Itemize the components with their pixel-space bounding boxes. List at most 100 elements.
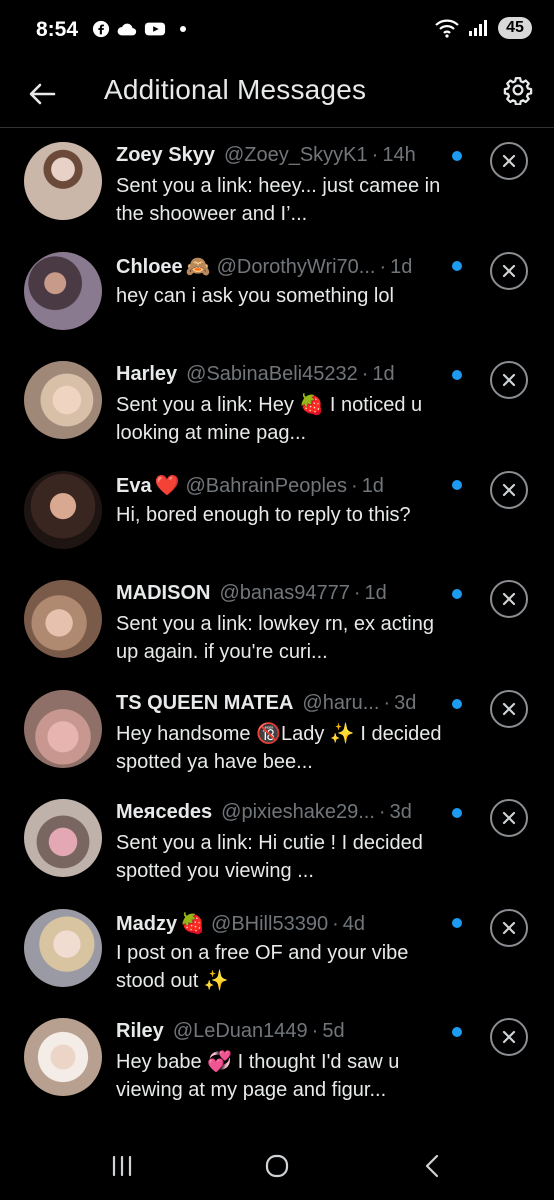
close-icon	[502, 592, 516, 606]
dismiss-button[interactable]	[490, 908, 528, 947]
unread-indicator	[452, 698, 462, 709]
sender-handle: @haru...	[302, 691, 380, 714]
youtube-icon	[144, 22, 166, 36]
separator-dot: ·	[353, 582, 361, 604]
separator-dot: ·	[311, 1020, 319, 1042]
message-preview: Sent you a link: Hey 🍓 I noticed u looki…	[116, 394, 423, 444]
message-time: 3d	[389, 801, 412, 823]
sender-name: MADISON	[116, 582, 211, 604]
recent-apps-button[interactable]	[102, 1150, 142, 1182]
sender-name: Zoey Skyy	[116, 144, 215, 166]
close-icon	[502, 1030, 516, 1044]
message-time: 1d	[361, 474, 384, 497]
close-icon	[502, 483, 516, 496]
message-preview: Sent you a link: lowkey rn, ex acting up…	[116, 613, 434, 663]
message-preview: I post on a free OF and your vibe stood …	[116, 941, 409, 992]
sender-name: Harley	[116, 363, 178, 385]
separator-dot: ·	[383, 691, 391, 714]
sender-name: Meяcedes	[116, 801, 213, 823]
unread-indicator	[452, 370, 462, 380]
back-button[interactable]	[22, 74, 62, 114]
dismiss-button[interactable]	[490, 470, 528, 509]
separator-dot: ·	[361, 363, 369, 385]
unread-indicator	[452, 808, 462, 818]
sender-handle: @BahrainPeoples	[185, 474, 348, 497]
dismiss-button[interactable]	[490, 251, 528, 290]
close-icon	[502, 154, 516, 168]
header: Additional Messages	[0, 62, 554, 128]
dismiss-button[interactable]	[490, 580, 528, 618]
message-row[interactable]: TS QUEEN MATEA @haru... · 3d Hey handsom…	[0, 688, 554, 798]
name-emoji: ❤️	[154, 474, 180, 497]
message-time: 3d	[394, 691, 417, 714]
cloud-icon	[117, 23, 137, 36]
message-row[interactable]: Chloee 🙈 @DorothyWri70... · 1d hey can i…	[0, 250, 554, 360]
avatar[interactable]	[24, 251, 102, 330]
gear-icon	[503, 77, 533, 105]
notification-dot-icon	[180, 26, 186, 32]
message-row[interactable]: Zoey Skyy @Zoey_SkyyK1 · 14h Sent you a …	[0, 140, 554, 250]
settings-button[interactable]	[498, 70, 538, 110]
wifi-icon	[435, 19, 459, 38]
avatar[interactable]	[24, 470, 102, 549]
avatar[interactable]	[24, 361, 102, 439]
name-emoji: 🙈	[185, 255, 211, 278]
message-list: Zoey Skyy @Zoey_SkyyK1 · 14h Sent you a …	[0, 140, 554, 1126]
message-preview: Hey handsome 🔞Lady ✨ I decided spotted y…	[116, 722, 442, 773]
avatar[interactable]	[24, 799, 102, 877]
message-preview: Hi, bored enough to reply to this?	[116, 503, 411, 526]
unread-indicator	[452, 917, 462, 928]
home-button[interactable]	[257, 1150, 297, 1182]
message-time: 1d	[372, 363, 395, 385]
message-row[interactable]: Madzy 🍓 @BHill53390 · 4d I post on a fre…	[0, 907, 554, 1017]
chevron-left-icon	[425, 1154, 439, 1178]
message-row[interactable]: Eva ❤️ @BahrainPeoples · 1d Hi, bored en…	[0, 469, 554, 579]
name-emoji: 🍓	[180, 912, 206, 935]
home-icon	[265, 1154, 289, 1178]
sender-handle: @SabinaBeli45232	[186, 363, 358, 385]
sender-handle: @LeDuan1449	[172, 1020, 308, 1042]
message-time: 4d	[342, 912, 365, 935]
arrow-left-icon	[29, 83, 56, 105]
sender-name: Eva	[116, 474, 152, 497]
system-nav-bar	[0, 1128, 554, 1200]
unread-indicator	[452, 1027, 462, 1037]
sender-name: Madzy	[116, 912, 178, 935]
close-icon	[502, 373, 516, 387]
close-icon	[502, 702, 516, 715]
dismiss-button[interactable]	[490, 1018, 528, 1056]
dismiss-button[interactable]	[490, 689, 528, 728]
avatar[interactable]	[24, 1018, 102, 1096]
message-time: 14h	[382, 144, 416, 166]
sender-name: Chloee	[116, 255, 183, 278]
sender-handle: @pixieshake29...	[221, 801, 375, 823]
avatar[interactable]	[24, 689, 102, 768]
message-preview: hey can i ask you something lol	[116, 284, 394, 307]
dismiss-button[interactable]	[490, 361, 528, 399]
signal-icon	[469, 20, 487, 36]
message-preview: Sent you a link: heey... just camee in t…	[116, 175, 441, 225]
avatar[interactable]	[24, 908, 102, 987]
sender-handle: @Zoey_SkyyK1	[223, 144, 368, 166]
unread-indicator	[452, 151, 462, 161]
message-row[interactable]: Riley @LeDuan1449 · 5d Hey babe 💞 I thou…	[0, 1016, 554, 1126]
avatar[interactable]	[24, 142, 102, 220]
page-title: Additional Messages	[104, 74, 367, 105]
message-time: 5d	[322, 1020, 345, 1042]
dismiss-button[interactable]	[490, 142, 528, 180]
message-preview: Hey babe 💞 I thought I'd saw u viewing a…	[116, 1051, 400, 1101]
close-icon	[502, 921, 516, 934]
sender-name: TS QUEEN MATEA	[116, 691, 294, 714]
sender-handle: @DorothyWri70...	[216, 255, 376, 278]
dismiss-button[interactable]	[490, 799, 528, 837]
facebook-icon	[92, 20, 110, 38]
message-row[interactable]: Meяcedes @pixieshake29... · 3d Sent you …	[0, 797, 554, 907]
message-row[interactable]: MADISON @banas94777 · 1d Sent you a link…	[0, 578, 554, 688]
recent-apps-icon	[112, 1155, 132, 1177]
message-row[interactable]: Harley @SabinaBeli45232 · 1d Sent you a …	[0, 359, 554, 469]
message-time: 1d	[390, 255, 413, 278]
message-time: 1d	[364, 582, 387, 604]
back-nav-button[interactable]	[412, 1150, 452, 1182]
battery-icon: 45	[498, 17, 532, 39]
avatar[interactable]	[24, 580, 102, 658]
